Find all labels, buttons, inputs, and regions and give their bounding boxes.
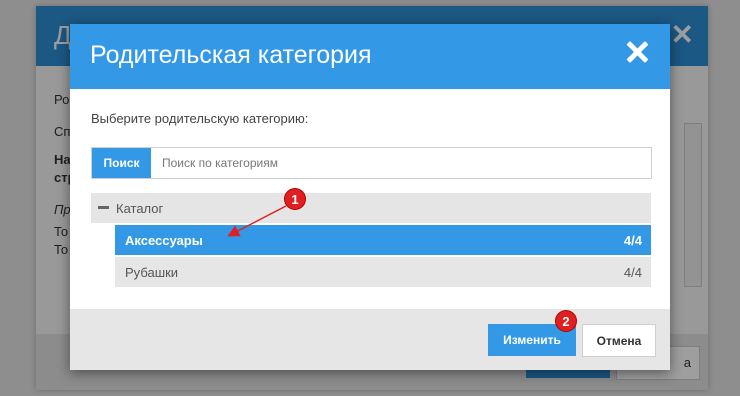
tree-item-name: Рубашки bbox=[125, 265, 179, 280]
tree-item-count: 4/4 bbox=[623, 265, 642, 280]
tree-root-catalog[interactable]: Каталог bbox=[91, 193, 651, 223]
cancel-button[interactable]: Отмена bbox=[582, 324, 656, 357]
tree-item-shirts[interactable]: Рубашки 4/4 bbox=[115, 257, 651, 287]
parent-category-modal: Родительская категория Выберите родитель… bbox=[70, 24, 670, 370]
search-button[interactable]: Поиск bbox=[92, 148, 151, 178]
collapse-minus-icon[interactable] bbox=[98, 206, 109, 209]
annotation-marker-2: 2 bbox=[556, 311, 576, 331]
close-icon[interactable] bbox=[624, 39, 650, 65]
category-search: Поиск bbox=[91, 147, 652, 179]
modal-title: Родительская категория bbox=[90, 41, 372, 69]
annotation-marker-1: 1 bbox=[285, 189, 305, 209]
tree-root-label: Каталог bbox=[116, 201, 164, 216]
modal-prompt: Выберите родительскую категорию: bbox=[91, 111, 309, 126]
tree-item-accessories[interactable]: Аксессуары 4/4 bbox=[115, 225, 651, 255]
tree-item-name: Аксессуары bbox=[125, 233, 203, 248]
tree-item-count: 4/4 bbox=[623, 233, 642, 248]
search-input[interactable] bbox=[152, 148, 652, 178]
modal-header: Родительская категория bbox=[70, 24, 670, 89]
modal-footer bbox=[70, 309, 670, 370]
